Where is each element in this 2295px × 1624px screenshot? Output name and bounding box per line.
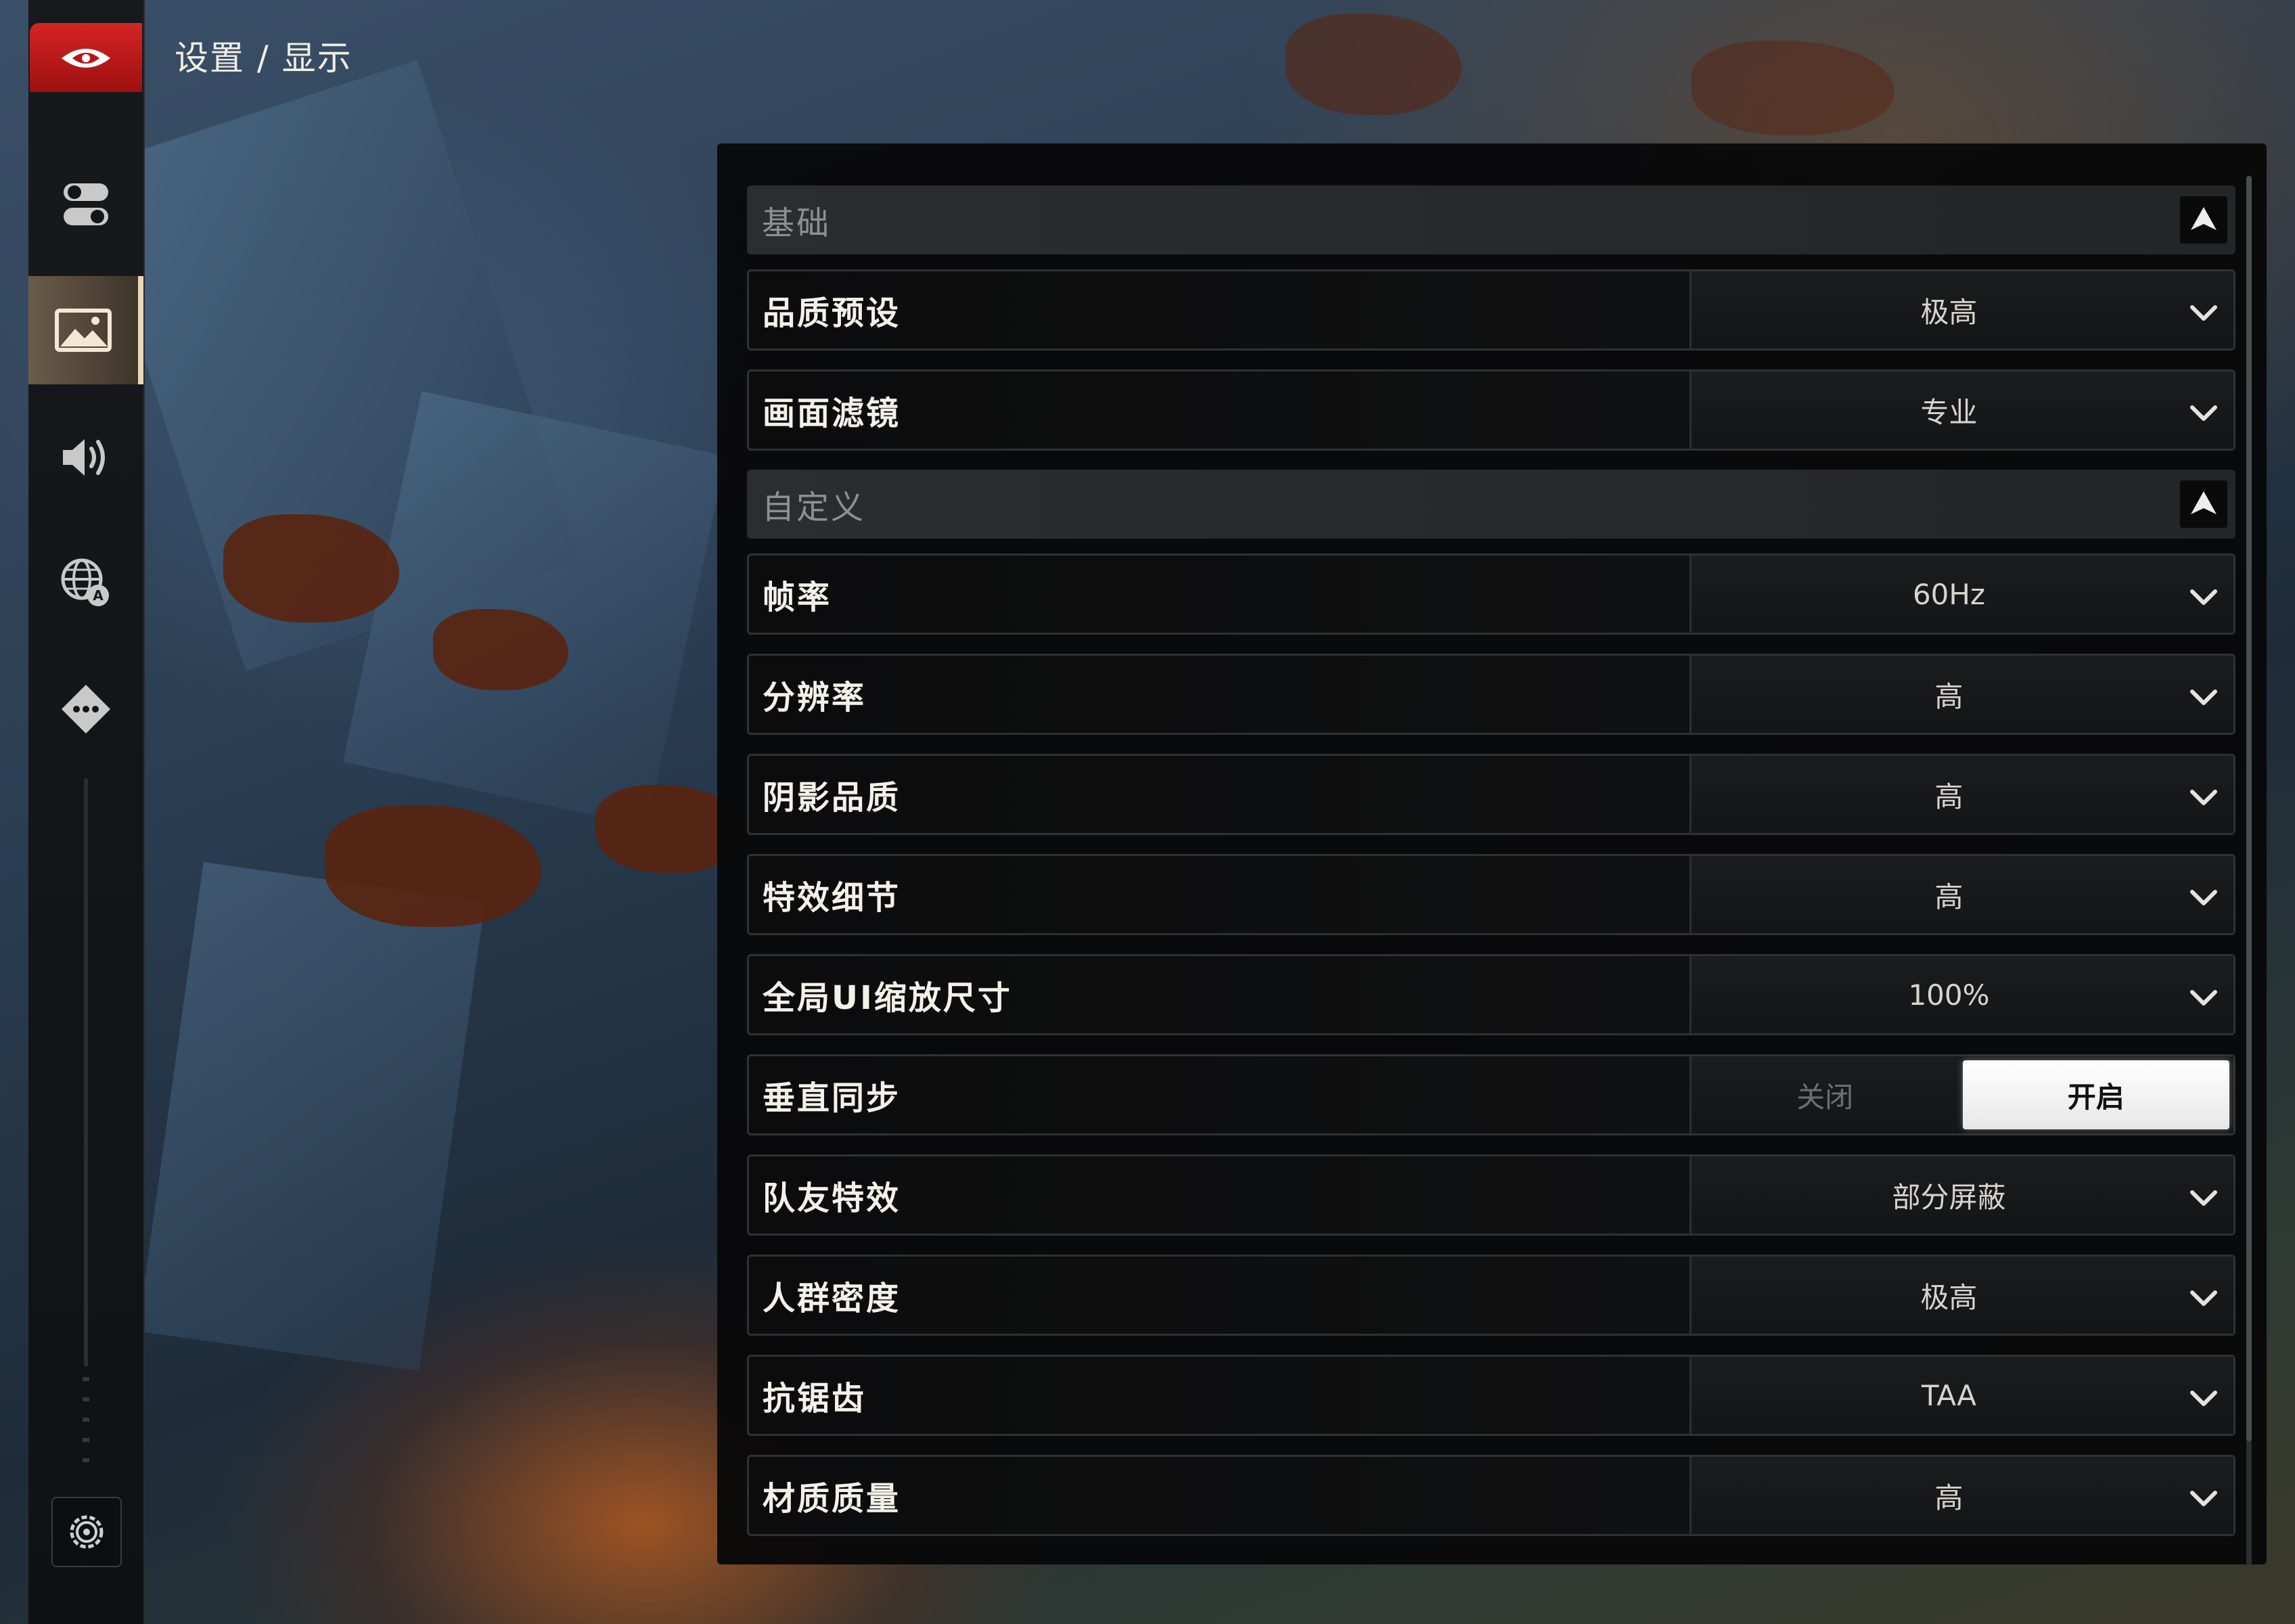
dropdown-value: 高 xyxy=(1934,1481,1963,1514)
dropdown-value: 部分屏蔽 xyxy=(1892,1180,2006,1214)
gear-button[interactable] xyxy=(51,1497,122,1567)
gear-icon xyxy=(70,1515,104,1549)
gamepad-dpad-icon xyxy=(62,685,110,734)
picture-icon xyxy=(55,309,112,352)
section-title: 基础 xyxy=(762,204,832,242)
breadcrumb: 设置 / 显示 xyxy=(175,39,353,78)
setting-row: 阴影品质 高 xyxy=(747,754,2235,835)
sidebar-track xyxy=(84,778,88,1367)
sidebar-item-controls[interactable] xyxy=(28,655,143,763)
speaker-icon xyxy=(63,439,105,476)
caret-up-icon xyxy=(2189,205,2219,235)
setting-label: 人群密度 xyxy=(763,1280,901,1317)
chevron-down-icon xyxy=(2189,1483,2219,1516)
setting-dropdown[interactable]: 极高 xyxy=(1689,271,2233,348)
sidebar-item-language[interactable]: A xyxy=(28,529,143,637)
chevron-down-icon xyxy=(2189,581,2219,614)
setting-label: 分辨率 xyxy=(763,679,867,717)
setting-row: 品质预设 极高 xyxy=(747,269,2235,351)
setting-dropdown[interactable]: 专业 xyxy=(1689,371,2233,449)
setting-dropdown[interactable]: 100% xyxy=(1689,956,2233,1033)
svg-text:A: A xyxy=(93,587,104,604)
chevron-down-icon xyxy=(2189,882,2219,915)
chevron-down-icon xyxy=(2189,1382,2219,1416)
scrollbar-thumb[interactable] xyxy=(2246,176,2252,1441)
setting-label: 特效细节 xyxy=(763,879,901,917)
vsync-toggle[interactable]: 关闭 开启 xyxy=(1689,1056,2233,1133)
eye-logo-icon xyxy=(62,49,110,68)
setting-label: 抗锯齿 xyxy=(763,1380,867,1418)
setting-dropdown[interactable]: 高 xyxy=(1689,656,2233,733)
globe-language-icon: A xyxy=(61,558,109,606)
section-title: 自定义 xyxy=(762,489,866,526)
setting-row: 分辨率 高 xyxy=(747,654,2235,735)
setting-row: 垂直同步 关闭 开启 xyxy=(747,1054,2235,1135)
setting-row: 全局UI缩放尺寸 100% xyxy=(747,954,2235,1035)
sidebar-item-display[interactable] xyxy=(28,276,143,384)
setting-label: 画面滤镜 xyxy=(763,394,901,432)
setting-row: 抗锯齿 TAA xyxy=(747,1355,2235,1436)
sidebar-dots xyxy=(83,1377,89,1479)
setting-row: 帧率 60Hz xyxy=(747,554,2235,635)
setting-row: 画面滤镜 专业 xyxy=(747,369,2235,451)
section-header[interactable]: 基础 xyxy=(747,185,2235,254)
sidebar-item-general[interactable] xyxy=(28,150,143,258)
caret-up-icon xyxy=(2189,489,2219,519)
collapse-button[interactable] xyxy=(2180,196,2227,244)
chevron-down-icon xyxy=(2189,1182,2219,1215)
chevron-down-icon xyxy=(2189,681,2219,715)
chevron-down-icon xyxy=(2189,1282,2219,1315)
dropdown-value: TAA xyxy=(1921,1378,1977,1412)
chevron-down-icon xyxy=(2189,782,2219,815)
setting-row: 材质质量 高 xyxy=(747,1455,2235,1536)
scrollbar[interactable] xyxy=(2246,176,2252,1564)
dropdown-value: 极高 xyxy=(1920,295,1978,329)
chevron-down-icon xyxy=(2189,397,2219,430)
setting-label: 材质质量 xyxy=(763,1480,901,1518)
setting-row: 人群密度 极高 xyxy=(747,1255,2235,1336)
setting-dropdown[interactable]: 高 xyxy=(1689,856,2233,933)
dropdown-value: 专业 xyxy=(1920,395,1978,429)
setting-dropdown[interactable]: 部分屏蔽 xyxy=(1689,1156,2233,1234)
settings-list[interactable]: 基础 品质预设 极高 画面滤镜 专业 自定义 帧率 60Hz 分辨率高阴影品质高特效细节高全局U… xyxy=(747,185,2235,1539)
dropdown-value: 极高 xyxy=(1920,1280,1978,1314)
collapse-button[interactable] xyxy=(2180,480,2227,528)
dropdown-value: 60Hz xyxy=(1912,577,1986,611)
setting-label: 队友特效 xyxy=(763,1179,901,1217)
section-header[interactable]: 自定义 xyxy=(747,470,2235,539)
setting-dropdown[interactable]: 高 xyxy=(1689,756,2233,833)
dropdown-value: 100% xyxy=(1908,978,1990,1012)
setting-dropdown[interactable]: 60Hz xyxy=(1689,556,2233,633)
dropdown-value: 高 xyxy=(1934,880,1963,914)
settings-panel: 基础 品质预设 极高 画面滤镜 专业 自定义 帧率 60Hz 分辨率高阴影品质高特效细节高全局U… xyxy=(717,143,2267,1564)
setting-label: 垂直同步 xyxy=(763,1079,901,1117)
toggle-on-option[interactable]: 开启 xyxy=(1962,1060,2229,1129)
setting-label: 品质预设 xyxy=(763,294,901,332)
dropdown-value: 高 xyxy=(1934,780,1963,813)
game-logo[interactable] xyxy=(30,23,142,92)
setting-dropdown[interactable]: TAA xyxy=(1689,1357,2233,1434)
toggles-icon xyxy=(64,183,108,225)
setting-label: 全局UI缩放尺寸 xyxy=(763,979,1012,1017)
setting-row: 队友特效 部分屏蔽 xyxy=(747,1154,2235,1236)
setting-dropdown[interactable]: 高 xyxy=(1689,1457,2233,1534)
chevron-down-icon xyxy=(2189,297,2219,330)
dropdown-value: 高 xyxy=(1934,679,1963,713)
sidebar-item-audio[interactable] xyxy=(28,403,143,512)
setting-row: 特效细节 高 xyxy=(747,854,2235,935)
toggle-off-option[interactable]: 关闭 xyxy=(1691,1056,1959,1133)
chevron-down-icon xyxy=(2189,982,2219,1015)
setting-dropdown[interactable]: 极高 xyxy=(1689,1257,2233,1334)
setting-label: 阴影品质 xyxy=(763,779,901,817)
setting-label: 帧率 xyxy=(763,579,832,616)
